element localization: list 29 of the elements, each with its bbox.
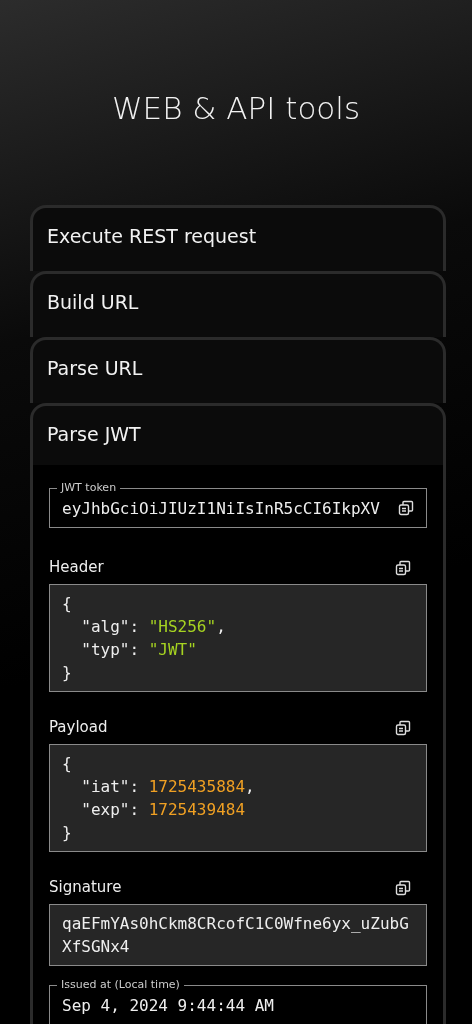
- copy-icon[interactable]: [395, 720, 411, 736]
- tool-card[interactable]: Parse URL: [30, 337, 446, 403]
- code-line: {: [62, 753, 73, 775]
- code-line: "iat": 1725435884,: [80, 776, 256, 798]
- section-label: Header: [49, 558, 104, 576]
- tool-card[interactable]: Build URL: [30, 271, 446, 337]
- code-line: }: [62, 662, 73, 684]
- copy-icon[interactable]: [395, 880, 411, 896]
- code-line: "exp": 1725439484: [80, 799, 247, 821]
- section-label: Payload: [49, 718, 108, 736]
- code-line: "alg": "HS256",: [80, 616, 227, 638]
- field-value: Sep 4, 2024 9:44:44 AM: [62, 995, 275, 1015]
- copy-icon[interactable]: [398, 500, 414, 516]
- code-line: "typ": "JWT": [80, 639, 198, 661]
- code-line: {: [62, 593, 73, 615]
- field-label: Issued at (Local time): [57, 978, 184, 992]
- field-value: eyJhbGciOiJIUzI1NiIsInR5cCI6IkpXV: [62, 498, 381, 518]
- tool-card[interactable]: [30, 403, 446, 1024]
- field-label: JWT token: [57, 481, 121, 495]
- tool-title: Parse URL: [46, 356, 144, 381]
- section-label: Signature: [49, 878, 122, 896]
- page-title: WEB & API tools: [110, 89, 362, 128]
- tool-title: Build URL: [46, 290, 140, 315]
- copy-icon[interactable]: [395, 560, 411, 576]
- tool-card[interactable]: Execute REST request: [30, 205, 446, 271]
- signature-text: qaEFmYAs0hCkm8CRcofC1C0Wfne6yx_uZubGXfSGNx4: [62, 913, 410, 958]
- tool-title: Parse JWT: [46, 422, 142, 447]
- tool-title: Execute REST request: [46, 224, 258, 249]
- code-line: }: [62, 822, 73, 844]
